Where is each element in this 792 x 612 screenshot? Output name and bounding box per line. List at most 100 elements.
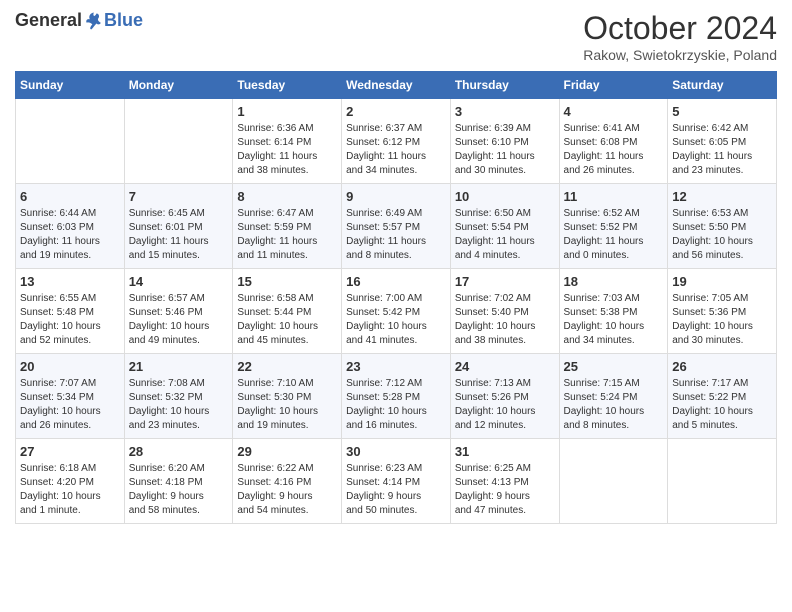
- calendar-header: Sunday Monday Tuesday Wednesday Thursday…: [16, 72, 777, 99]
- day-number: 4: [564, 104, 664, 119]
- day-detail: Sunrise: 7:05 AM Sunset: 5:36 PM Dayligh…: [672, 292, 772, 348]
- calendar-cell: 13 Sunrise: 6:55 AM Sunset: 5:48 PM Dayli…: [16, 269, 125, 354]
- day-detail: Sunrise: 6:55 AM Sunset: 5:48 PM Dayligh…: [20, 292, 120, 348]
- day-detail: Sunrise: 6:53 AM Sunset: 5:50 PM Dayligh…: [672, 207, 772, 263]
- day-number: 14: [129, 274, 229, 289]
- calendar-cell: 22 Sunrise: 7:10 AM Sunset: 5:30 PM Dayli…: [233, 354, 342, 439]
- day-detail: Sunrise: 6:20 AM Sunset: 4:18 PM Dayligh…: [129, 462, 229, 518]
- calendar-cell: 23Sunrise: 7:12 AM Sunset: 5:28 PM Dayli…: [342, 354, 451, 439]
- day-number: 28: [129, 444, 229, 459]
- logo-bird-icon: [84, 11, 104, 31]
- day-detail: Sunrise: 6:52 AM Sunset: 5:52 PM Dayligh…: [564, 207, 664, 263]
- day-detail: Sunrise: 7:00 AM Sunset: 5:42 PM Dayligh…: [346, 292, 446, 348]
- day-detail: Sunrise: 7:17 AM Sunset: 5:22 PM Dayligh…: [672, 377, 772, 433]
- day-number: 18: [564, 274, 664, 289]
- calendar-week-row: 27 Sunrise: 6:18 AM Sunset: 4:20 PM Dayli…: [16, 439, 777, 524]
- calendar-cell: [124, 99, 233, 184]
- day-number: 13: [20, 274, 120, 289]
- calendar-cell: 20Sunrise: 7:07 AM Sunset: 5:34 PM Dayli…: [16, 354, 125, 439]
- day-number: 15: [237, 274, 337, 289]
- calendar-cell: [16, 99, 125, 184]
- day-detail: Sunrise: 6:42 AM Sunset: 6:05 PM Dayligh…: [672, 122, 772, 178]
- day-number: 17: [455, 274, 555, 289]
- day-detail: Sunrise: 7:07 AM Sunset: 5:34 PM Dayligh…: [20, 377, 120, 433]
- day-detail: Sunrise: 7:15 AM Sunset: 5:24 PM Dayligh…: [564, 377, 664, 433]
- day-detail: Sunrise: 7:10 AM Sunset: 5:30 PM Dayligh…: [237, 377, 337, 433]
- calendar-cell: 15Sunrise: 6:58 AM Sunset: 5:44 PM Dayli…: [233, 269, 342, 354]
- day-number: 31: [455, 444, 555, 459]
- day-number: 30: [346, 444, 446, 459]
- day-number: 27: [20, 444, 120, 459]
- calendar-cell: 24Sunrise: 7:13 AM Sunset: 5:26 PM Dayli…: [450, 354, 559, 439]
- day-detail: Sunrise: 6:50 AM Sunset: 5:54 PM Dayligh…: [455, 207, 555, 263]
- calendar-cell: 30 Sunrise: 6:23 AM Sunset: 4:14 PM Dayli…: [342, 439, 451, 524]
- calendar-cell: 28 Sunrise: 6:20 AM Sunset: 4:18 PM Dayli…: [124, 439, 233, 524]
- calendar-cell: 9Sunrise: 6:49 AM Sunset: 5:57 PM Daylig…: [342, 184, 451, 269]
- day-detail: Sunrise: 7:13 AM Sunset: 5:26 PM Dayligh…: [455, 377, 555, 433]
- header-tuesday: Tuesday: [233, 72, 342, 99]
- title-block: October 2024 Rakow, Swietokrzyskie, Pola…: [583, 10, 777, 63]
- calendar-cell: 2Sunrise: 6:37 AM Sunset: 6:12 PM Daylig…: [342, 99, 451, 184]
- day-detail: Sunrise: 6:39 AM Sunset: 6:10 PM Dayligh…: [455, 122, 555, 178]
- day-number: 11: [564, 189, 664, 204]
- day-detail: Sunrise: 6:18 AM Sunset: 4:20 PM Dayligh…: [20, 462, 120, 518]
- calendar-cell: 17 Sunrise: 7:02 AM Sunset: 5:40 PM Dayli…: [450, 269, 559, 354]
- calendar-cell: 21 Sunrise: 7:08 AM Sunset: 5:32 PM Dayli…: [124, 354, 233, 439]
- calendar-cell: 10 Sunrise: 6:50 AM Sunset: 5:54 PM Dayli…: [450, 184, 559, 269]
- calendar-cell: 6 Sunrise: 6:44 AM Sunset: 6:03 PM Daylig…: [16, 184, 125, 269]
- day-detail: Sunrise: 6:37 AM Sunset: 6:12 PM Dayligh…: [346, 122, 446, 178]
- day-detail: Sunrise: 6:22 AM Sunset: 4:16 PM Dayligh…: [237, 462, 337, 518]
- day-number: 16: [346, 274, 446, 289]
- day-number: 1: [237, 104, 337, 119]
- day-number: 25: [564, 359, 664, 374]
- header-wednesday: Wednesday: [342, 72, 451, 99]
- logo-general-text: General: [15, 10, 82, 31]
- calendar-cell: 8 Sunrise: 6:47 AM Sunset: 5:59 PM Daylig…: [233, 184, 342, 269]
- logo: General Blue: [15, 10, 143, 31]
- day-detail: Sunrise: 6:36 AM Sunset: 6:14 PM Dayligh…: [237, 122, 337, 178]
- day-detail: Sunrise: 7:08 AM Sunset: 5:32 PM Dayligh…: [129, 377, 229, 433]
- day-number: 29: [237, 444, 337, 459]
- day-number: 26: [672, 359, 772, 374]
- calendar-week-row: 1 Sunrise: 6:36 AM Sunset: 6:14 PM Daylig…: [16, 99, 777, 184]
- day-detail: Sunrise: 6:57 AM Sunset: 5:46 PM Dayligh…: [129, 292, 229, 348]
- day-number: 6: [20, 189, 120, 204]
- header-sunday: Sunday: [16, 72, 125, 99]
- calendar-cell: 11 Sunrise: 6:52 AM Sunset: 5:52 PM Dayli…: [559, 184, 668, 269]
- day-detail: Sunrise: 7:12 AM Sunset: 5:28 PM Dayligh…: [346, 377, 446, 433]
- month-title: October 2024: [583, 10, 777, 47]
- day-detail: Sunrise: 7:02 AM Sunset: 5:40 PM Dayligh…: [455, 292, 555, 348]
- calendar-week-row: 13 Sunrise: 6:55 AM Sunset: 5:48 PM Dayli…: [16, 269, 777, 354]
- page-header: General Blue October 2024 Rakow, Swietok…: [15, 10, 777, 63]
- calendar-cell: 14 Sunrise: 6:57 AM Sunset: 5:46 PM Dayli…: [124, 269, 233, 354]
- logo-blue-text: Blue: [104, 10, 143, 31]
- day-number: 5: [672, 104, 772, 119]
- day-number: 10: [455, 189, 555, 204]
- day-number: 7: [129, 189, 229, 204]
- day-detail: Sunrise: 6:44 AM Sunset: 6:03 PM Dayligh…: [20, 207, 120, 263]
- calendar-cell: 16 Sunrise: 7:00 AM Sunset: 5:42 PM Dayli…: [342, 269, 451, 354]
- day-detail: Sunrise: 7:03 AM Sunset: 5:38 PM Dayligh…: [564, 292, 664, 348]
- calendar-cell: 25 Sunrise: 7:15 AM Sunset: 5:24 PM Dayli…: [559, 354, 668, 439]
- calendar-cell: 31 Sunrise: 6:25 AM Sunset: 4:13 PM Dayli…: [450, 439, 559, 524]
- calendar-cell: 29 Sunrise: 6:22 AM Sunset: 4:16 PM Dayli…: [233, 439, 342, 524]
- day-number: 3: [455, 104, 555, 119]
- day-detail: Sunrise: 6:25 AM Sunset: 4:13 PM Dayligh…: [455, 462, 555, 518]
- page-container: General Blue October 2024 Rakow, Swietok…: [0, 0, 792, 539]
- calendar-cell: 7Sunrise: 6:45 AM Sunset: 6:01 PM Daylig…: [124, 184, 233, 269]
- day-detail: Sunrise: 6:41 AM Sunset: 6:08 PM Dayligh…: [564, 122, 664, 178]
- day-number: 12: [672, 189, 772, 204]
- calendar-cell: 27 Sunrise: 6:18 AM Sunset: 4:20 PM Dayli…: [16, 439, 125, 524]
- day-number: 22: [237, 359, 337, 374]
- location-subtitle: Rakow, Swietokrzyskie, Poland: [583, 47, 777, 63]
- day-detail: Sunrise: 6:49 AM Sunset: 5:57 PM Dayligh…: [346, 207, 446, 263]
- weekday-header-row: Sunday Monday Tuesday Wednesday Thursday…: [16, 72, 777, 99]
- calendar-week-row: 6 Sunrise: 6:44 AM Sunset: 6:03 PM Daylig…: [16, 184, 777, 269]
- day-detail: Sunrise: 6:47 AM Sunset: 5:59 PM Dayligh…: [237, 207, 337, 263]
- calendar-week-row: 20Sunrise: 7:07 AM Sunset: 5:34 PM Dayli…: [16, 354, 777, 439]
- day-number: 8: [237, 189, 337, 204]
- day-number: 21: [129, 359, 229, 374]
- calendar-cell: 4 Sunrise: 6:41 AM Sunset: 6:08 PM Daylig…: [559, 99, 668, 184]
- calendar-table: Sunday Monday Tuesday Wednesday Thursday…: [15, 71, 777, 524]
- day-detail: Sunrise: 6:23 AM Sunset: 4:14 PM Dayligh…: [346, 462, 446, 518]
